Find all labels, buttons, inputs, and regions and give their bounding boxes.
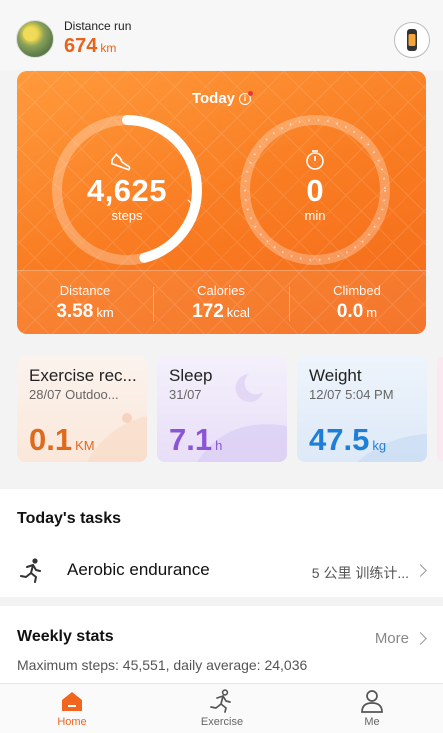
minutes-label: min [304,208,326,223]
card-number: 7.1 [169,422,213,457]
metric-unit: km [96,305,114,320]
card-value: 47.5 kg [309,422,386,458]
metric-value: 0.0 m [289,301,425,323]
tasks-section: Today's tasks Aerobic endurance 5 公里 训练计… [0,489,443,597]
metric-distance: Distance 3.58 km [17,283,153,323]
metric-unit: kcal [226,305,250,320]
metric-calories: Calories 172 kcal [153,283,289,323]
today-metrics: Distance 3.58 km Calories 172 kcal Climbed… [17,270,426,334]
exercise-records-card[interactable]: Exercise rec... 28/07 Outdoo... 0.1 KM [17,356,147,462]
card-unit: h [215,438,223,453]
sleep-card[interactable]: Sleep 31/07 7.1 h [157,356,287,462]
card-title: Weight [309,366,362,385]
card-title: Sleep [169,366,213,385]
chevron-right-icon [414,564,427,577]
card-unit: KM [75,438,95,453]
card-subtitle: 12/07 5:04 PM [309,387,394,402]
more-link[interactable]: More [375,630,409,647]
nav-home[interactable]: Home [22,684,122,733]
weekly-summary: Maximum steps: 45,551, daily average: 24… [17,657,308,673]
person-icon [361,690,383,713]
metric-number: 3.58 [56,301,94,322]
metric-label: Distance [59,283,111,298]
nav-label: Home [57,716,87,728]
metric-value: 3.58 km [17,301,153,323]
stopwatch-icon [306,150,324,170]
metric-number: 0.0 [336,301,364,322]
steps-label: steps [111,208,143,223]
minutes-value: 0 [306,173,324,208]
card-value: 0.1 KM [29,422,95,458]
exercise-icon [210,689,231,713]
card-value: 7.1 h [169,422,222,458]
metric-climbed: Climbed 0.0 m [289,283,425,323]
nav-me[interactable]: Me [322,684,422,733]
metric-label: Calories [197,283,245,298]
chevron-right-icon[interactable] [414,632,427,645]
card-title: Exercise rec... [29,366,137,385]
running-icon [20,558,41,583]
card-number: 47.5 [309,422,370,457]
card-subtitle: 28/07 Outdoo... [29,387,119,402]
metric-number: 172 [192,301,224,322]
task-row[interactable]: Aerobic endurance 5 公里 训练计... [0,547,443,593]
weekly-stats-section: Weekly stats More Maximum steps: 45,551,… [0,606,443,683]
metric-value: 172 kcal [153,301,289,323]
home-icon [62,692,82,711]
metric-label: Climbed [333,283,381,298]
card-subtitle: 31/07 [169,387,202,402]
card-unit: kg [372,438,387,453]
nav-label: Exercise [200,716,244,728]
metric-unit: m [366,305,378,320]
task-name: Aerobic endurance [67,560,210,579]
task-plan: 5 公里 训练计... [311,565,409,581]
bottom-nav: Home Exercise Me [0,683,443,733]
weekly-title: Weekly stats [17,628,114,645]
next-card-peek[interactable] [437,356,443,462]
nav-exercise[interactable]: Exercise [172,684,272,733]
shoe-icon [110,153,131,171]
nav-label: Me [364,716,380,728]
tasks-title: Today's tasks [17,510,121,527]
weight-card[interactable]: Weight 12/07 5:04 PM 47.5 kg [297,356,427,462]
steps-value: 4,625 [86,173,168,208]
card-number: 0.1 [29,422,73,457]
